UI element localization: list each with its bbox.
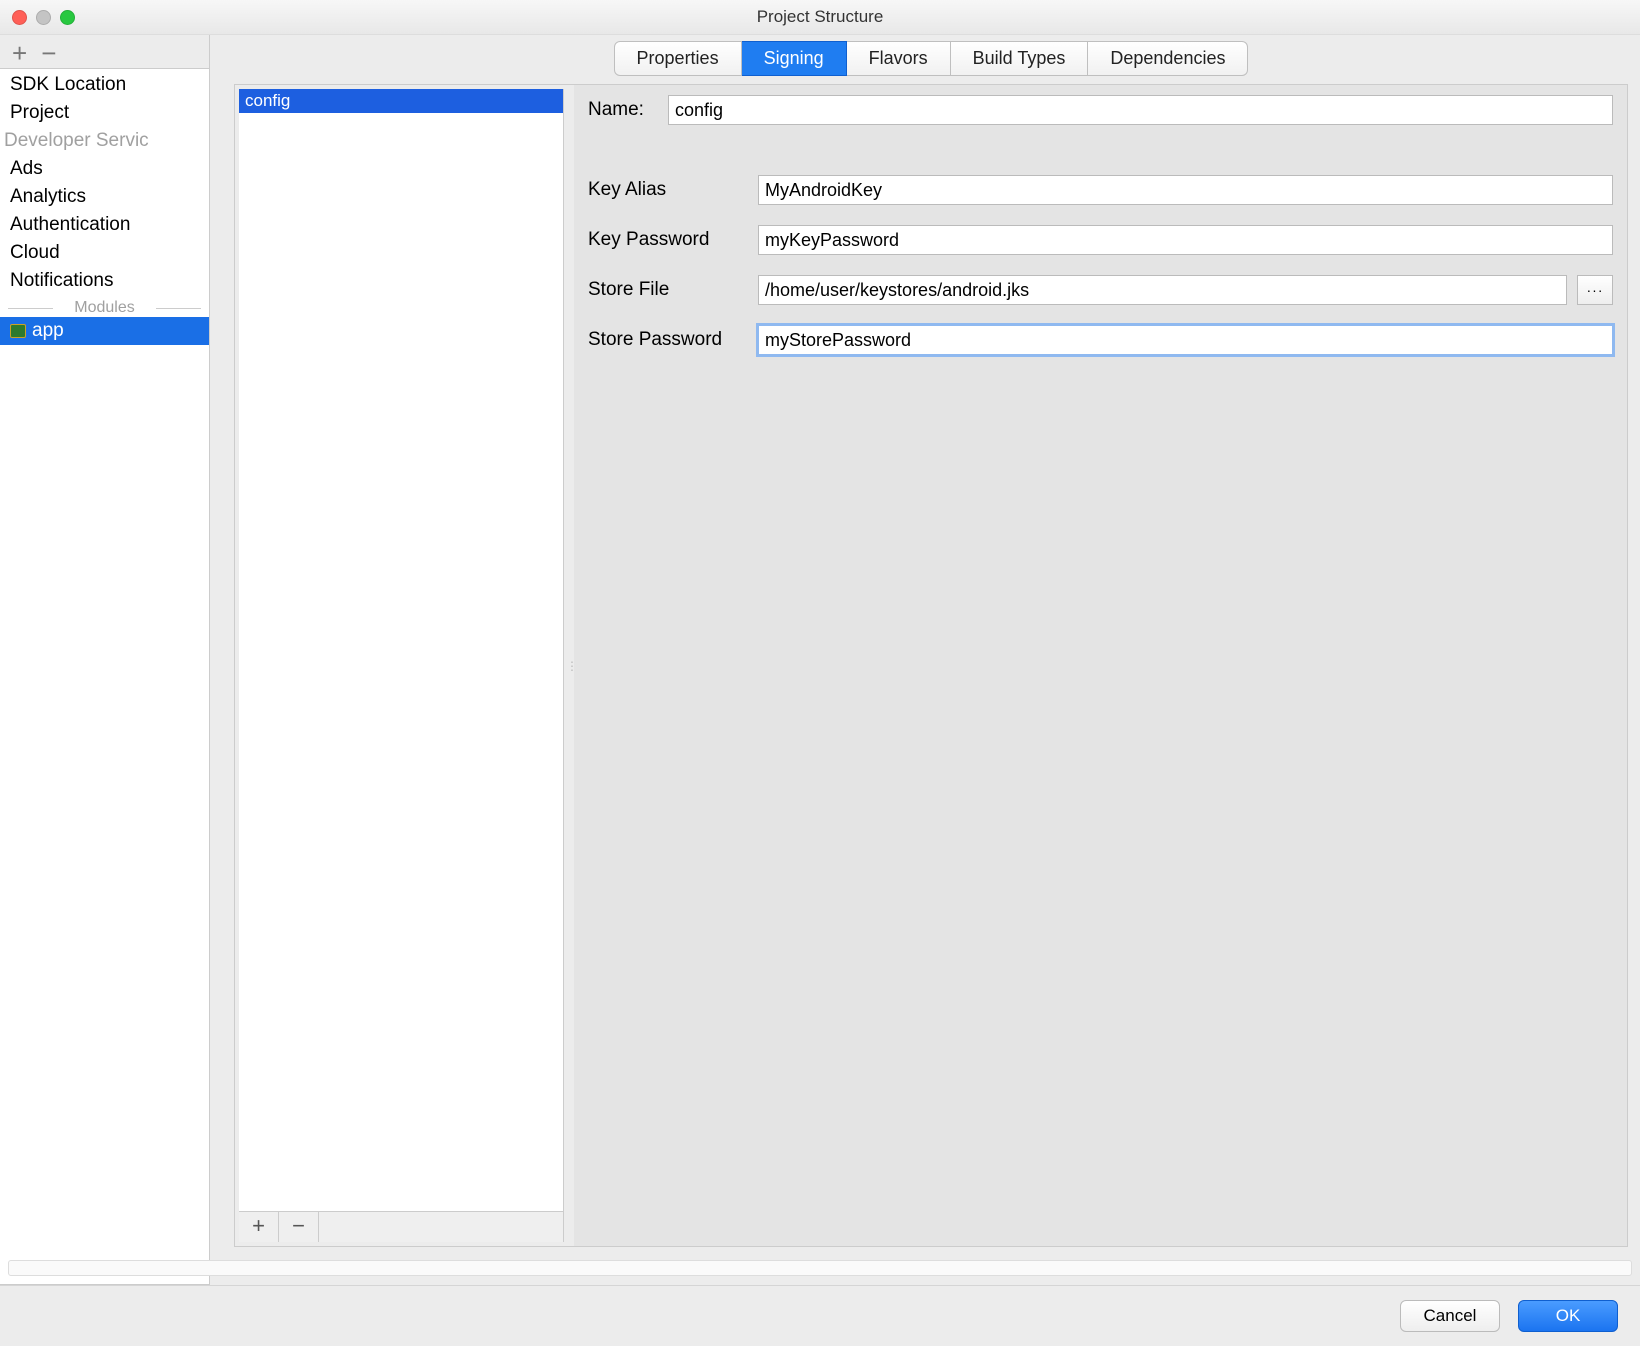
browse-store-file-button[interactable]: ··· <box>1577 275 1613 305</box>
sidebar-item-project[interactable]: Project <box>0 99 209 127</box>
key-password-input[interactable] <box>758 225 1613 255</box>
tab-properties[interactable]: Properties <box>614 41 742 76</box>
signing-config-item[interactable]: config <box>239 89 563 113</box>
signing-form: Name: Key Alias Key Password Store File <box>574 85 1627 1246</box>
sidebar-item-cloud[interactable]: Cloud <box>0 239 209 267</box>
store-password-input[interactable] <box>758 325 1613 355</box>
cancel-button[interactable]: Cancel <box>1400 1300 1500 1332</box>
signing-config-list-panel: config + − <box>239 89 564 1242</box>
label-key-alias: Key Alias <box>588 179 758 201</box>
sidebar-item-analytics[interactable]: Analytics <box>0 183 209 211</box>
label-key-password: Key Password <box>588 229 758 251</box>
label-store-file: Store File <box>588 279 758 301</box>
sidebar-item-ads[interactable]: Ads <box>0 155 209 183</box>
label-name: Name: <box>588 99 668 121</box>
sidebar: + − SDK Location Project Developer Servi… <box>0 35 210 1285</box>
store-file-input[interactable] <box>758 275 1567 305</box>
sidebar-item-label: app <box>32 320 64 341</box>
tab-signing[interactable]: Signing <box>742 41 847 76</box>
module-icon <box>10 324 26 338</box>
sidebar-section-developer-services: Developer Servic <box>0 127 209 155</box>
label-store-password: Store Password <box>588 329 758 351</box>
key-alias-input[interactable] <box>758 175 1613 205</box>
tab-build-types[interactable]: Build Types <box>951 41 1089 76</box>
dialog-footer: Cancel OK <box>0 1285 1640 1346</box>
sidebar-item-module-app[interactable]: app <box>0 317 209 345</box>
sidebar-add-button[interactable]: + <box>12 40 27 66</box>
titlebar: Project Structure <box>0 0 1640 35</box>
sidebar-remove-button[interactable]: − <box>41 40 56 66</box>
add-config-button[interactable]: + <box>239 1212 279 1242</box>
window-title: Project Structure <box>0 7 1640 27</box>
ok-button[interactable]: OK <box>1518 1300 1618 1332</box>
splitter-handle[interactable]: ⋮ <box>564 659 574 673</box>
sidebar-item-authentication[interactable]: Authentication <box>0 211 209 239</box>
sidebar-item-notifications[interactable]: Notifications <box>0 267 209 295</box>
sidebar-section-modules: Modules <box>8 299 201 317</box>
tabs: Properties Signing Flavors Build Types D… <box>614 41 1249 76</box>
remove-config-button[interactable]: − <box>279 1212 319 1242</box>
name-input[interactable] <box>668 95 1613 125</box>
sidebar-item-sdk-location[interactable]: SDK Location <box>0 71 209 99</box>
tab-flavors[interactable]: Flavors <box>847 41 951 76</box>
tab-dependencies[interactable]: Dependencies <box>1088 41 1248 76</box>
sidebar-list: SDK Location Project Developer Servic Ad… <box>0 69 209 1284</box>
